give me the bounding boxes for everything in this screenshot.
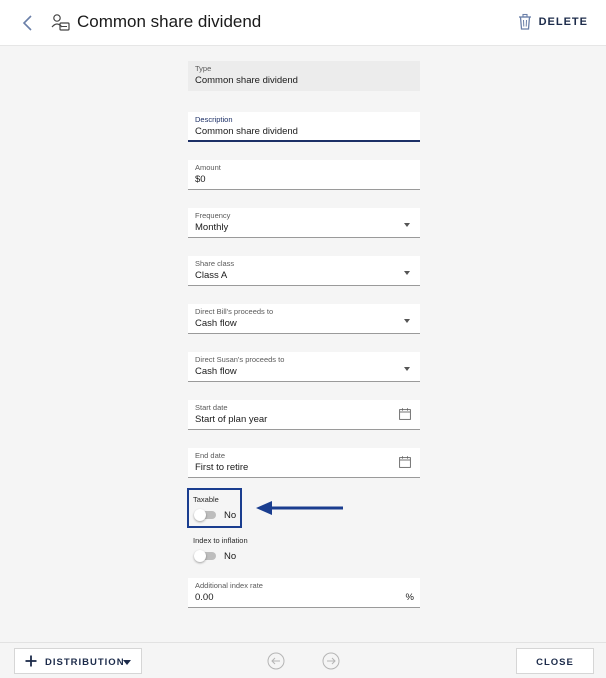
frequency-value: Monthly: [195, 222, 229, 233]
chevron-down-icon[interactable]: [404, 367, 410, 371]
close-label: CLOSE: [536, 657, 574, 668]
share-class-select[interactable]: Share class Class A: [188, 256, 420, 286]
amount-field[interactable]: Amount $0: [188, 160, 420, 190]
susan-proceeds-value: Cash flow: [195, 366, 237, 377]
start-date-field[interactable]: Start date Start of plan year: [188, 400, 420, 430]
frequency-label: Frequency: [195, 211, 231, 220]
type-value: Common share dividend: [195, 75, 298, 86]
bill-proceeds-label: Direct Bill's proceeds to: [195, 307, 274, 316]
chevron-down-icon[interactable]: [123, 660, 131, 665]
end-date-value: First to retire: [195, 462, 249, 473]
index-inflation-value: No: [224, 551, 237, 562]
arrow-right-circle-icon[interactable]: [322, 652, 340, 670]
type-field: Type Common share dividend: [188, 61, 420, 91]
bill-proceeds-value: Cash flow: [195, 318, 237, 329]
description-value: Common share dividend: [195, 126, 298, 137]
taxable-highlight: [187, 488, 242, 528]
index-inflation-toggle[interactable]: [194, 550, 216, 562]
dividend-icon: [51, 14, 70, 31]
header: Common share dividend DELETE: [0, 0, 606, 46]
chevron-down-icon[interactable]: [404, 319, 410, 323]
susan-proceeds-label: Direct Susan's proceeds to: [195, 355, 285, 364]
toggle-knob: [194, 550, 206, 562]
start-date-value: Start of plan year: [195, 414, 268, 425]
susan-proceeds-select[interactable]: Direct Susan's proceeds to Cash flow: [188, 352, 420, 382]
description-label: Description: [195, 115, 233, 124]
plus-icon: [25, 655, 37, 667]
distribution-label: DISTRIBUTION: [45, 657, 125, 668]
share-class-label: Share class: [195, 259, 235, 268]
bill-proceeds-select[interactable]: Direct Bill's proceeds to Cash flow: [188, 304, 420, 334]
delete-button[interactable]: DELETE: [517, 13, 588, 31]
share-class-value: Class A: [195, 270, 228, 281]
amount-value: $0: [195, 174, 206, 185]
annotation-arrow-icon: [256, 501, 343, 515]
additional-index-rate-label: Additional index rate: [195, 581, 263, 590]
calendar-icon[interactable]: [399, 456, 411, 468]
footer: DISTRIBUTION CLOSE: [0, 642, 606, 678]
close-button[interactable]: CLOSE: [516, 648, 594, 674]
index-inflation-label: Index to inflation: [193, 536, 248, 545]
additional-index-rate-value: 0.00: [195, 592, 214, 603]
delete-label: DELETE: [538, 16, 588, 28]
percent-unit: %: [405, 592, 414, 603]
page-title: Common share dividend: [77, 12, 262, 31]
frequency-select[interactable]: Frequency Monthly: [188, 208, 420, 238]
description-field[interactable]: Description Common share dividend: [188, 112, 420, 142]
trash-icon: [518, 13, 531, 30]
additional-index-rate-field[interactable]: Additional index rate 0.00 %: [188, 578, 420, 608]
calendar-icon[interactable]: [399, 408, 411, 420]
amount-label: Amount: [195, 163, 221, 172]
chevron-down-icon[interactable]: [404, 223, 410, 227]
start-date-label: Start date: [195, 403, 228, 412]
chevron-down-icon[interactable]: [404, 271, 410, 275]
end-date-field[interactable]: End date First to retire: [188, 448, 420, 478]
distribution-button[interactable]: DISTRIBUTION: [14, 648, 142, 674]
end-date-label: End date: [195, 451, 226, 460]
back-arrow-icon[interactable]: [18, 13, 38, 33]
type-label: Type: [195, 64, 212, 73]
arrow-left-circle-icon[interactable]: [267, 652, 285, 670]
